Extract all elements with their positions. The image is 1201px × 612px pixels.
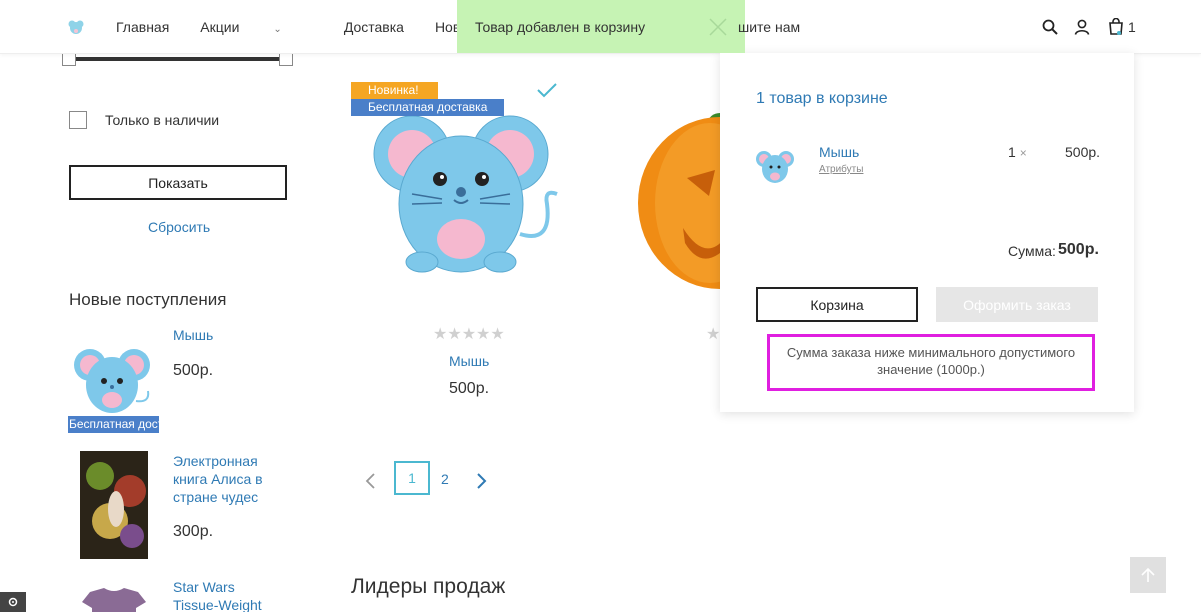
scroll-to-top-button[interactable]	[1130, 557, 1166, 593]
nav-home[interactable]: Главная	[116, 19, 169, 35]
view-cart-button[interactable]: Корзина	[756, 287, 918, 322]
check-icon[interactable]	[537, 82, 557, 98]
cart-item-name[interactable]: Мышь	[819, 144, 859, 160]
page-2-link[interactable]: 2	[441, 471, 449, 487]
cart-item-quantity: 1 ×	[1008, 144, 1027, 160]
product-name[interactable]: Мышь	[449, 353, 489, 369]
price-slider-min-handle[interactable]	[62, 52, 76, 66]
pumpkin-product-image[interactable]	[625, 78, 725, 303]
user-icon[interactable]	[1074, 19, 1090, 35]
cart-count[interactable]: 1	[1128, 19, 1136, 35]
new-arrival-price: 300р.	[173, 523, 214, 540]
nav-sales[interactable]: Акции ⌄	[200, 19, 313, 35]
product-price: 500р.	[449, 380, 490, 397]
in-stock-checkbox[interactable]	[69, 111, 87, 129]
nav-contacts-tail[interactable]: шите нам	[738, 19, 800, 35]
rating-stars[interactable]: ★★★★★	[433, 324, 505, 344]
book-cover-thumbnail[interactable]	[80, 451, 148, 559]
min-order-warning: Сумма заказа ниже минимального допустимо…	[767, 334, 1095, 391]
tshirt-thumbnail[interactable]	[80, 588, 148, 612]
bestsellers-title: Лидеры продаж	[351, 575, 506, 598]
free-delivery-badge: Бесплатная доставка	[68, 416, 159, 433]
nav-sales-label: Акции	[200, 19, 240, 35]
chevron-right-icon[interactable]	[476, 472, 488, 490]
nav-delivery[interactable]: Доставка	[344, 19, 404, 35]
rating-stars[interactable]: ★	[706, 324, 720, 344]
chevron-down-icon: ⌄	[273, 24, 282, 35]
price-range-slider	[68, 57, 292, 61]
new-arrival-name[interactable]: Star Wars Tissue-Weight Fitted	[173, 578, 283, 612]
logo-icon[interactable]	[68, 19, 84, 35]
price-slider-max-handle[interactable]	[279, 52, 293, 66]
settings-button[interactable]	[0, 592, 26, 612]
cart-title: 1 товар в корзине	[756, 90, 888, 107]
times-icon: ×	[1019, 146, 1027, 160]
cart-sum-value: 500р.	[1058, 241, 1099, 258]
new-badge: Новинка!	[351, 82, 438, 99]
arrow-up-icon	[1141, 567, 1155, 582]
checkout-button[interactable]: Оформить заказ	[936, 287, 1098, 322]
cart-dropdown: 1 товар в корзине Мышь Атрибуты 1 × 500р…	[720, 53, 1134, 412]
mouse-product-image[interactable]	[362, 104, 567, 289]
in-stock-label: Только в наличии	[105, 112, 220, 128]
mouse-thumbnail[interactable]	[72, 345, 156, 417]
show-button[interactable]: Показать	[69, 165, 287, 200]
gear-icon	[8, 597, 18, 607]
cart-item-thumbnail[interactable]	[755, 148, 797, 186]
new-arrival-name[interactable]: Электронная книга Алиса в стране чудес	[173, 452, 273, 506]
cart-qty-value: 1	[1008, 144, 1016, 160]
free-delivery-badge: Бесплатная доставка	[351, 99, 504, 116]
cart-item-attributes[interactable]: Атрибуты	[819, 164, 863, 175]
reset-link[interactable]: Сбросить	[148, 219, 210, 235]
new-arrival-price: 500р.	[173, 362, 214, 379]
toast-message: Товар добавлен в корзину	[475, 19, 646, 35]
search-icon[interactable]	[1042, 19, 1058, 35]
page-1-button[interactable]: 1	[394, 461, 430, 495]
cart-item-price: 500р.	[1065, 144, 1101, 160]
cart-sum-label: Сумма:	[1008, 243, 1056, 259]
chevron-left-icon[interactable]	[364, 472, 376, 490]
added-to-cart-toast: Товар добавлен в корзину	[457, 0, 745, 53]
header-icons: 1	[1042, 18, 1136, 36]
new-arrival-name[interactable]: Мышь	[173, 326, 213, 344]
new-arrivals-title: Новые поступления	[69, 290, 227, 309]
cart-icon[interactable]	[1108, 18, 1124, 36]
close-icon[interactable]	[708, 17, 728, 37]
